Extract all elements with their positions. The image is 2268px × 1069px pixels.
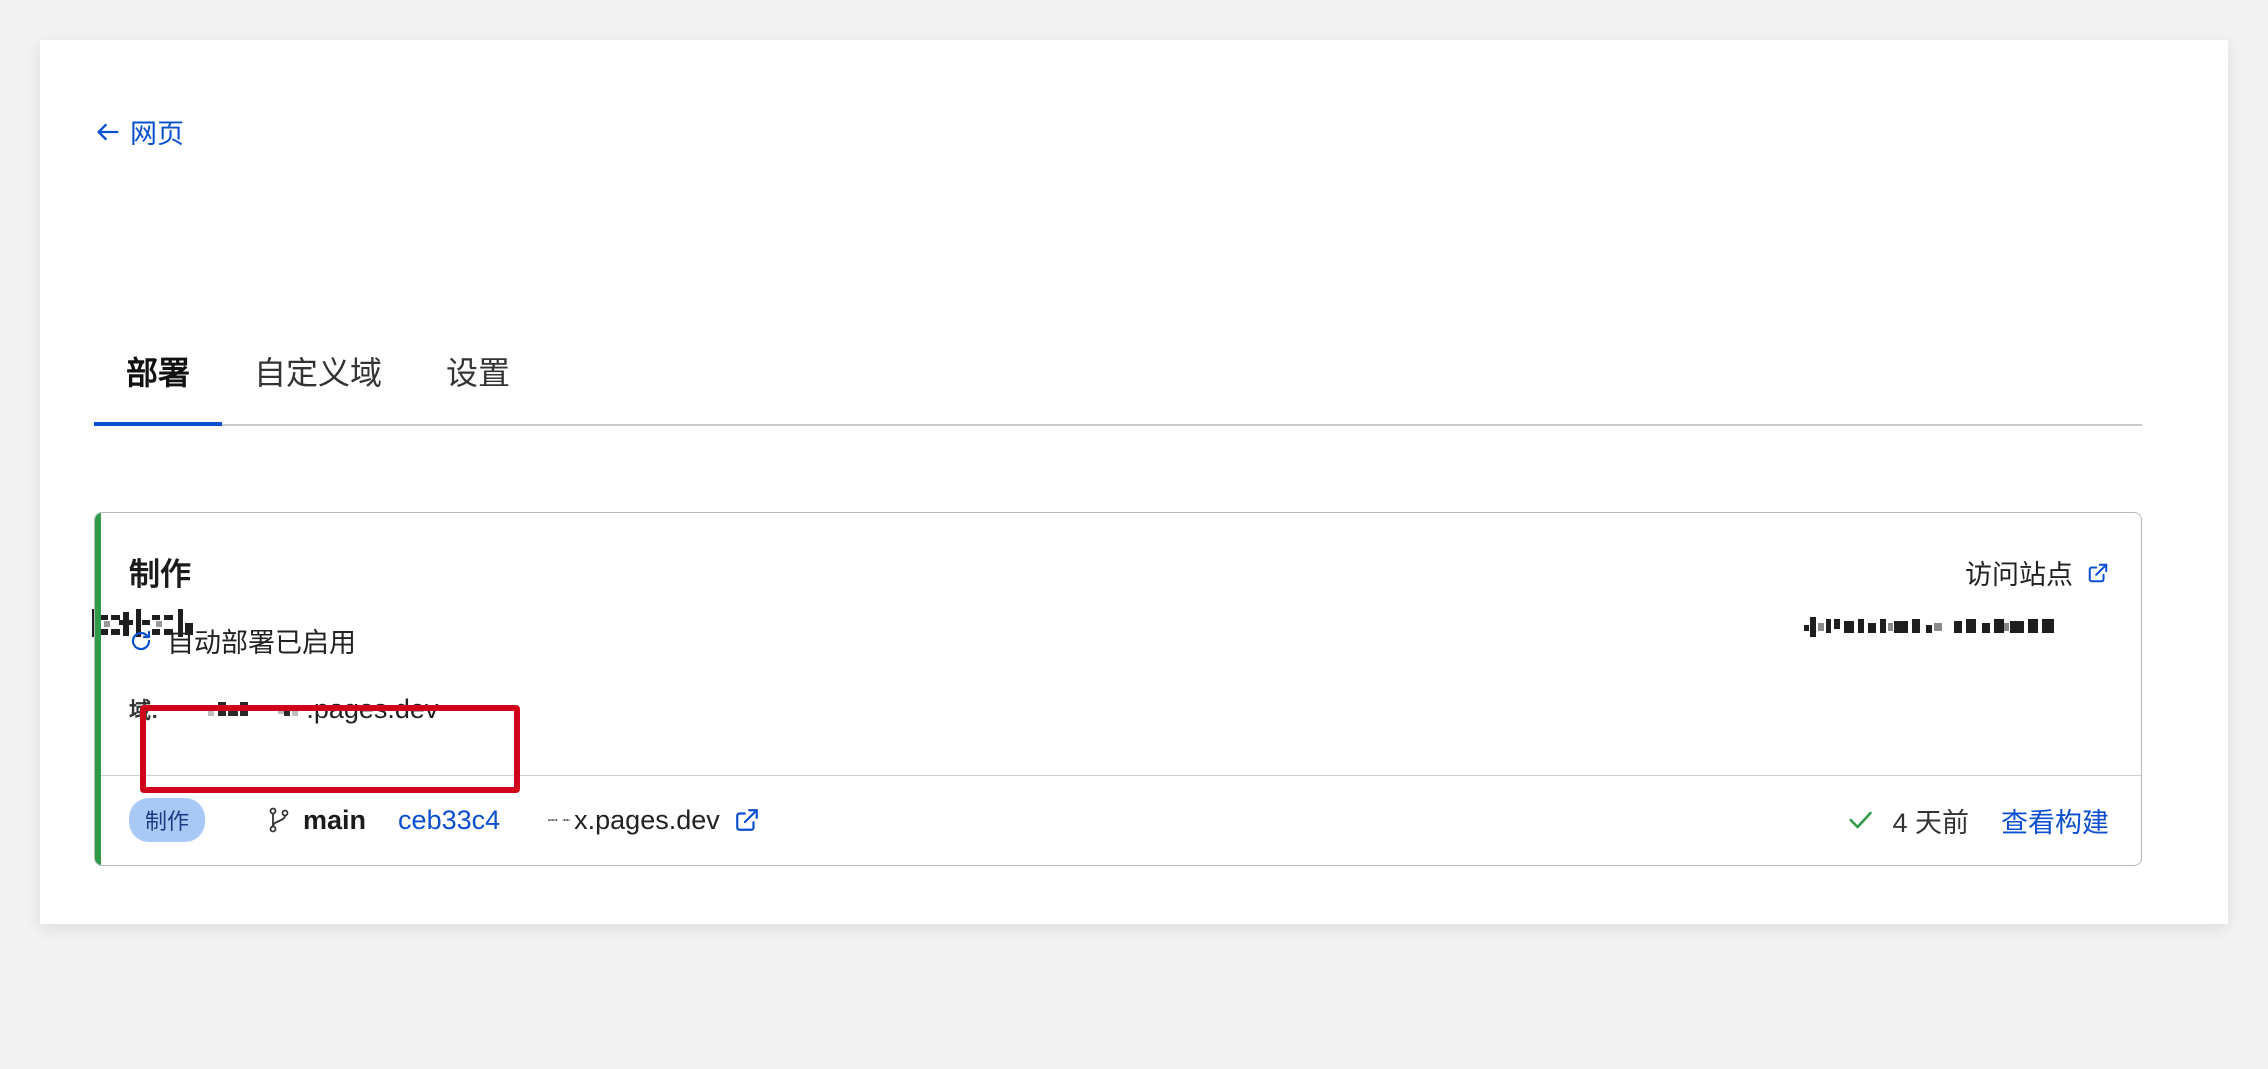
deployment-row: 制作 main ceb33c4 x.pages.dev 4 天前 查看构建	[129, 775, 2109, 865]
auto-deploy-text: 自动部署已启用	[167, 628, 356, 658]
pages-project-panel: 网页 部署 自定义域 设置 制作 访问站点 自动部署已启用 域: .pages.…	[40, 40, 2228, 924]
commit-hash-link[interactable]: ceb33c4	[398, 805, 500, 836]
deployment-status: 4 天前	[1846, 801, 1969, 840]
domain-value: .pages.dev	[208, 694, 438, 725]
tab-bar: 部署 自定义域 设置	[94, 332, 2142, 426]
deployment-url-redacted	[548, 819, 570, 821]
production-card: 制作 访问站点 自动部署已启用 域: .pages.dev 制作 main ce…	[94, 512, 2142, 866]
deployment-url-suffix: x.pages.dev	[574, 804, 720, 835]
tab-deployments[interactable]: 部署	[94, 348, 223, 426]
branch-name: main	[303, 804, 367, 835]
branch-info: main	[267, 805, 366, 836]
tab-custom-domains[interactable]: 自定义域	[222, 348, 414, 424]
git-branch-icon	[269, 807, 289, 833]
back-link-label: 网页	[130, 119, 184, 149]
production-status-stripe	[95, 513, 101, 865]
refresh-icon	[131, 630, 151, 650]
domain-label: 域:	[129, 698, 159, 723]
checkmark-icon	[1849, 811, 1873, 829]
visit-site-link[interactable]: 访问站点	[1965, 553, 2109, 592]
back-link[interactable]: 网页	[94, 112, 184, 151]
visit-site-label: 访问站点	[1965, 560, 2073, 590]
auto-deploy-status: 自动部署已启用	[129, 621, 356, 660]
environment-badge: 制作	[129, 798, 206, 842]
deployment-url-link[interactable]: x.pages.dev	[534, 805, 760, 836]
production-title: 制作	[129, 557, 191, 592]
domain-suffix: .pages.dev	[306, 693, 439, 724]
deployment-time: 4 天前	[1892, 807, 1969, 838]
external-link-icon	[2088, 563, 2108, 582]
view-build-link[interactable]: 查看构建	[2001, 801, 2109, 840]
domain-redacted	[208, 702, 299, 716]
production-domain: 域: .pages.dev	[129, 693, 438, 725]
external-link-icon	[735, 809, 758, 831]
tab-settings[interactable]: 设置	[414, 348, 542, 424]
arrow-left-icon	[97, 123, 119, 140]
